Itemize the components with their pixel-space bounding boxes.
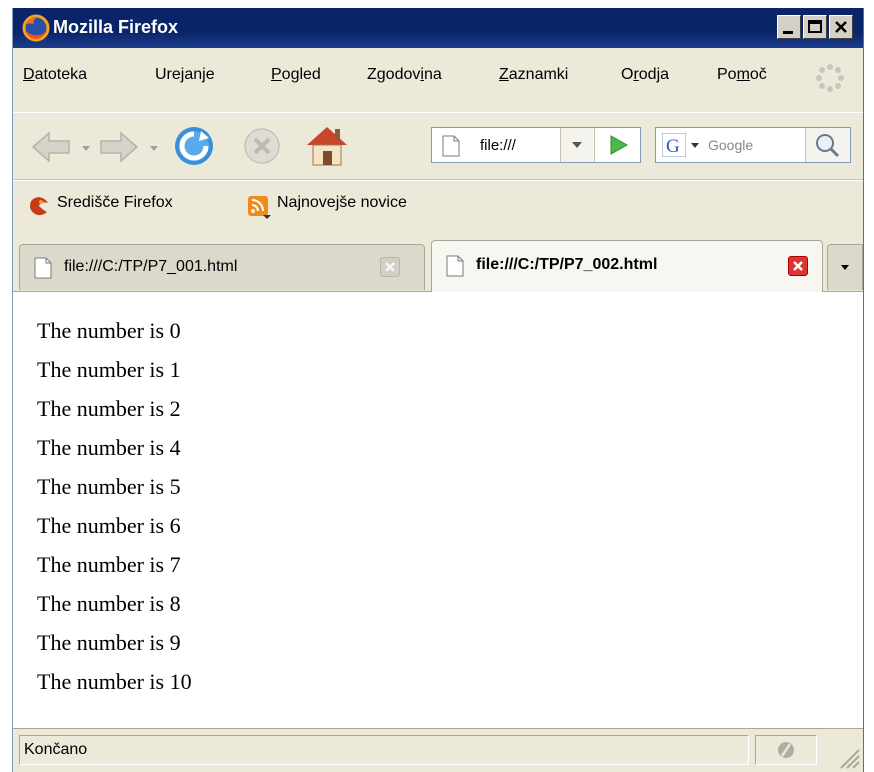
- menu-datoteka[interactable]: Datoteka: [23, 66, 87, 84]
- menu-zaznamki[interactable]: Zaznamki: [499, 66, 568, 84]
- menu-pomoc[interactable]: Pomoč: [717, 66, 767, 84]
- content-line: The number is 4: [37, 435, 181, 460]
- content-line: The number is 1: [37, 357, 181, 382]
- tab-p7-001[interactable]: file:///C:/TP/P7_001.html: [19, 244, 425, 290]
- minimize-button[interactable]: [777, 15, 801, 39]
- search-bar[interactable]: G Google: [655, 127, 851, 163]
- bookmark-sredisce-firefox[interactable]: Središče Firefox: [57, 194, 173, 212]
- status-bar: Končano: [13, 728, 863, 772]
- menu-orodja[interactable]: Orodja: [621, 66, 669, 84]
- navigation-toolbar: file:/// G Google: [13, 112, 863, 180]
- google-icon[interactable]: G: [662, 133, 686, 157]
- maximize-button[interactable]: [803, 15, 827, 39]
- tab-label: file:///C:/TP/P7_002.html: [476, 256, 658, 273]
- search-placeholder[interactable]: Google: [708, 137, 753, 153]
- window-title: Mozilla Firefox: [53, 17, 179, 37]
- home-icon[interactable]: [301, 121, 353, 169]
- security-panel: [755, 735, 817, 765]
- content-line: The number is 8: [37, 591, 181, 616]
- close-icon: [793, 261, 803, 271]
- svg-text:G: G: [666, 136, 680, 157]
- stop-icon[interactable]: [241, 125, 283, 167]
- url-dropdown-button[interactable]: [560, 128, 593, 162]
- tab-close-button[interactable]: [788, 256, 808, 276]
- maximize-icon: [808, 20, 822, 33]
- tab-label: file:///C:/TP/P7_001.html: [64, 258, 238, 275]
- chevron-down-icon: [572, 142, 582, 148]
- content-line: The number is 7: [37, 552, 181, 577]
- page-icon: [34, 257, 52, 279]
- minimize-icon: [783, 31, 793, 34]
- tab-list-button[interactable]: [827, 244, 863, 290]
- close-icon: [385, 262, 395, 272]
- go-icon: [610, 135, 629, 155]
- security-icon: [778, 742, 794, 758]
- page-icon: [446, 255, 464, 277]
- forward-icon[interactable]: [97, 127, 141, 167]
- menu-urejanje[interactable]: Urejanje: [155, 66, 215, 84]
- reload-icon[interactable]: [171, 123, 217, 169]
- bookmark-najnovejse-novice[interactable]: Najnovejše novice: [277, 194, 407, 212]
- content-line: The number is 10: [37, 669, 192, 694]
- menu-zgodovina[interactable]: Zgodovina: [367, 66, 442, 84]
- page-content: The number is 0 The number is 1 The numb…: [13, 292, 863, 728]
- back-icon[interactable]: [29, 127, 73, 167]
- close-window-button[interactable]: [829, 15, 853, 39]
- menu-pogled[interactable]: Pogled: [271, 66, 321, 84]
- content-line: The number is 2: [37, 396, 181, 421]
- status-text: Končano: [19, 735, 749, 765]
- search-icon: [816, 134, 840, 158]
- url-bar[interactable]: file:///: [431, 127, 641, 163]
- menu-bar: Datoteka Urejanje Pogled Zgodovina Zazna…: [13, 48, 863, 112]
- firefox-help-icon: [30, 197, 48, 216]
- content-line: The number is 9: [37, 630, 181, 655]
- page-icon: [442, 135, 460, 157]
- search-button[interactable]: [805, 128, 850, 162]
- tab-strip: file:///C:/TP/P7_001.html file:///C:/TP/…: [13, 230, 863, 292]
- back-dropdown-icon[interactable]: [81, 145, 91, 153]
- bookmarks-toolbar: Središče Firefox Najnovejše novice: [13, 180, 863, 230]
- chevron-down-icon: [841, 265, 849, 270]
- firefox-logo-icon: [22, 14, 50, 42]
- go-button[interactable]: [594, 128, 641, 162]
- throbber-icon: [816, 64, 844, 92]
- title-bar: Mozilla Firefox: [13, 8, 863, 48]
- tab-p7-002[interactable]: file:///C:/TP/P7_002.html: [431, 240, 823, 292]
- url-text[interactable]: file:///: [480, 137, 516, 154]
- forward-dropdown-icon[interactable]: [149, 145, 159, 153]
- tab-close-button[interactable]: [380, 257, 400, 277]
- content-line: The number is 6: [37, 513, 181, 538]
- close-icon: [835, 21, 847, 33]
- resize-grip-icon[interactable]: [835, 744, 861, 770]
- content-line: The number is 0: [37, 318, 181, 343]
- browser-window: Mozilla Firefox Datoteka Urejanje Pogled…: [12, 8, 864, 772]
- rss-icon: [248, 196, 271, 219]
- content-line: The number is 5: [37, 474, 181, 499]
- search-engine-dropdown-icon[interactable]: [690, 142, 700, 150]
